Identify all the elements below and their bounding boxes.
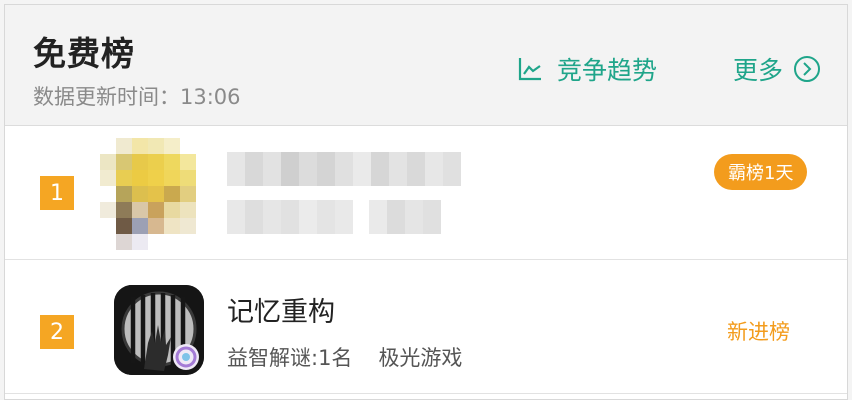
list-item[interactable]: 2 记忆重构 益智解谜:1名 极光游戏 新进榜 [5,260,847,394]
more-label: 更多 [733,56,784,85]
app-icon-blurred [100,138,212,250]
blurred-app-meta [227,200,441,234]
rank-badge: 1 [40,176,74,210]
competition-trend-link[interactable]: 竞争趋势 [517,52,657,86]
app-developer: 极光游戏 [378,346,463,370]
status-badge: 新进榜 [727,320,790,344]
blurred-app-name [227,152,461,186]
app-meta: 益智解谜:1名 极光游戏 [227,342,462,372]
rank-badge: 2 [40,315,74,349]
free-chart-panel: 免费榜 数据更新时间：13:06 竞争趋势 更多 1 霸榜1天 2 记忆重构 益… [4,4,848,400]
page-title: 免费榜 [33,34,135,73]
update-time: 数据更新时间：13:06 [33,81,241,111]
line-chart-icon [518,58,541,81]
competition-trend-label: 竞争趋势 [557,56,658,85]
app-category: 益智解谜:1名 [227,346,353,370]
chart-header: 免费榜 数据更新时间：13:06 竞争趋势 更多 [5,5,847,126]
status-badge: 霸榜1天 [714,154,808,190]
app-name: 记忆重构 [227,297,335,328]
app-icon [114,285,204,375]
more-link[interactable]: 更多 [733,52,821,86]
list-item[interactable]: 1 霸榜1天 [5,126,847,260]
update-time-value: 13:06 [180,85,241,109]
chevron-right-circle-icon [794,56,821,82]
update-time-label: 数据更新时间： [33,85,180,109]
